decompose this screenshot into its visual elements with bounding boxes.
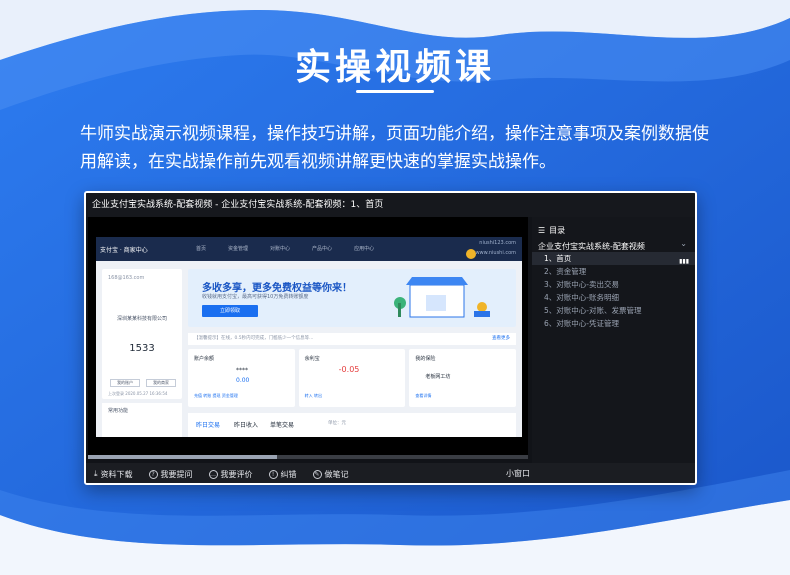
chevron-down-icon[interactable]: ⌄	[680, 239, 687, 248]
chapter-item[interactable]: 2、资金管理	[532, 265, 695, 278]
yulibao-card: 余利宝 -0.05 转入 转出	[298, 349, 406, 407]
balance-links: 充值 转账 提现 资金管理	[194, 393, 238, 398]
comment-icon: …	[208, 469, 218, 479]
tab-single-trades: 单笔交易	[270, 422, 295, 429]
insurance-card: 我的保险 老板网工坊 查看详情	[409, 349, 517, 407]
banner-title: 多收多享，更多免费权益等你来！	[202, 283, 352, 294]
insurance-links: 查看详情	[415, 393, 432, 398]
progress-fill	[88, 455, 278, 459]
unit-label: 单位：元	[328, 421, 346, 426]
chapter-item[interactable]: 3、对账中心-卖出交易	[532, 278, 695, 291]
list-icon: ☰	[538, 226, 546, 235]
notice-more-link: 查看更多	[492, 336, 510, 341]
mini-window-button[interactable]: 小窗口	[506, 463, 530, 483]
alert-icon: !	[268, 469, 278, 479]
chapter-item[interactable]: 6、对账中心-凭证管理	[532, 317, 695, 330]
app-nav: 首页 资金管理 对账中心 产品中心 应用中心	[196, 245, 374, 252]
download-materials-button[interactable]: ⤓ 资料下载	[94, 469, 133, 480]
course-name[interactable]: 企业支付宝实战系统-配套视频	[538, 241, 645, 252]
transaction-tabs: 昨日交易 昨日收入 单笔交易 单位：元	[188, 413, 516, 437]
download-icon: ⤓	[94, 469, 98, 478]
report-error-button[interactable]: ! 纠错	[268, 469, 297, 480]
common-functions-card: 常用功能	[102, 403, 182, 437]
insurance-brand: 老板网工坊	[425, 374, 451, 380]
chapter-item[interactable]: 1、首页 ▮▮▮	[532, 252, 695, 265]
shop-illustration-icon	[394, 277, 490, 318]
video-area[interactable]: 支付宝 · 商家中心 首页 资金管理 对账中心 产品中心 应用中心 niushi…	[88, 217, 528, 459]
question-icon: ?	[148, 469, 158, 479]
my-account-button: 我的账户	[110, 379, 140, 387]
review-button[interactable]: … 我要评价	[208, 469, 253, 480]
tab-yesterday-income: 昨日收入	[234, 422, 259, 429]
notice-text: 【温馨提示】在线，0.5秒内可完成，门槛低少一个信息等...	[194, 336, 314, 341]
hidden-balance: ****	[236, 367, 248, 374]
account-card: 168@163.com 深圳某某科技有限公司 1533 我的账户 我的商家 上次…	[102, 269, 182, 399]
video-player-window: 企业支付宝实战系统-配套视频 - 企业支付宝实战系统-配套视频：1、首页 支付宝…	[84, 191, 697, 485]
summary-cards: 账户余额 **** 0.00 充值 转账 提现 资金管理 余利宝 -0.05 转…	[188, 349, 517, 407]
app-nav-item: 资金管理	[228, 246, 249, 252]
take-notes-button[interactable]: ✎ 做笔记	[312, 469, 349, 480]
chapter-item[interactable]: 4、对账中心-账务明细	[532, 291, 695, 304]
balance-card: 账户余额 **** 0.00 充值 转账 提现 资金管理	[188, 349, 295, 407]
app-nav-item: 对账中心	[270, 246, 291, 252]
app-nav-item: 产品中心	[312, 246, 333, 252]
chapter-list: 1、首页 ▮▮▮ 2、资金管理 3、对账中心-卖出交易 4、对账中心-账务明细 …	[532, 252, 695, 330]
catalog-title: 目录	[549, 226, 566, 235]
yulibao-value: -0.05	[338, 365, 360, 374]
app-header: 支付宝 · 商家中心 首页 资金管理 对账中心 产品中心 应用中心 niushi…	[96, 237, 522, 261]
course-description: 牛师实战演示视频课程，操作技巧讲解，页面功能介绍，操作注意事项及案例数据使用解读…	[80, 124, 709, 172]
chapter-sidebar: ☰ 目录 企业支付宝实战系统-配套视频 ⌄ 1、首页 ▮▮▮ 2、资金管理 3、…	[532, 217, 695, 463]
common-functions-label: 常用功能	[108, 408, 129, 414]
page-title: 实操视频课	[294, 47, 495, 88]
yulibao-links: 转入 转出	[304, 393, 322, 398]
promo-banner: 多收多享，更多免费权益等你来！ 收钱就用支付宝，最高可获得10万免费转账额度 立…	[188, 269, 516, 327]
video-letterbox	[88, 443, 528, 455]
video-frame-screenshot: 支付宝 · 商家中心 首页 资金管理 对账中心 产品中心 应用中心 niushi…	[96, 237, 522, 437]
my-merchant-button: 我的商家	[146, 379, 176, 387]
progress-bar[interactable]	[88, 455, 528, 459]
title-underline	[356, 90, 434, 93]
app-nav-item: 首页	[196, 246, 207, 252]
balance-zero: 0.00	[236, 377, 250, 384]
watermark-domain-2: www.niushi.com	[475, 250, 516, 256]
notice-bar: 【温馨提示】在线，0.5秒内可完成，门槛低少一个信息等... 查看更多	[188, 333, 516, 345]
yulibao-title: 余利宝	[304, 356, 320, 362]
catalog-header: ☰ 目录	[538, 225, 565, 236]
tab-yesterday-trades: 昨日交易	[196, 422, 221, 429]
ask-question-button[interactable]: ? 我要提问	[148, 469, 193, 480]
balance-number: 1533	[129, 343, 155, 354]
app-logo: 支付宝 · 商家中心	[100, 247, 148, 254]
company-name: 深圳某某科技有限公司	[116, 316, 167, 322]
app-nav-item: 应用中心	[354, 246, 375, 252]
insurance-title: 我的保险	[415, 356, 436, 362]
last-login: 上次登录 2020.05.27 16:36:54	[108, 391, 168, 396]
balance-card-title: 账户余额	[194, 356, 215, 362]
chapter-item[interactable]: 5、对账中心-对账、发票管理	[532, 304, 695, 317]
player-window-title: 企业支付宝实战系统-配套视频 - 企业支付宝实战系统-配套视频：1、首页	[86, 193, 695, 217]
account-email: 168@163.com	[108, 275, 145, 281]
banner-button: 立即领取	[202, 305, 258, 317]
watermark-domain: niushi123.com	[479, 240, 516, 246]
player-toolbar: ⤓ 资料下载 ? 我要提问 … 我要评价 ! 纠错 ✎ 做笔记 小窗口	[86, 463, 695, 483]
banner-subtitle: 收钱就用支付宝，最高可获得10万免费转账额度	[202, 294, 309, 300]
pencil-icon: ✎	[312, 469, 322, 479]
